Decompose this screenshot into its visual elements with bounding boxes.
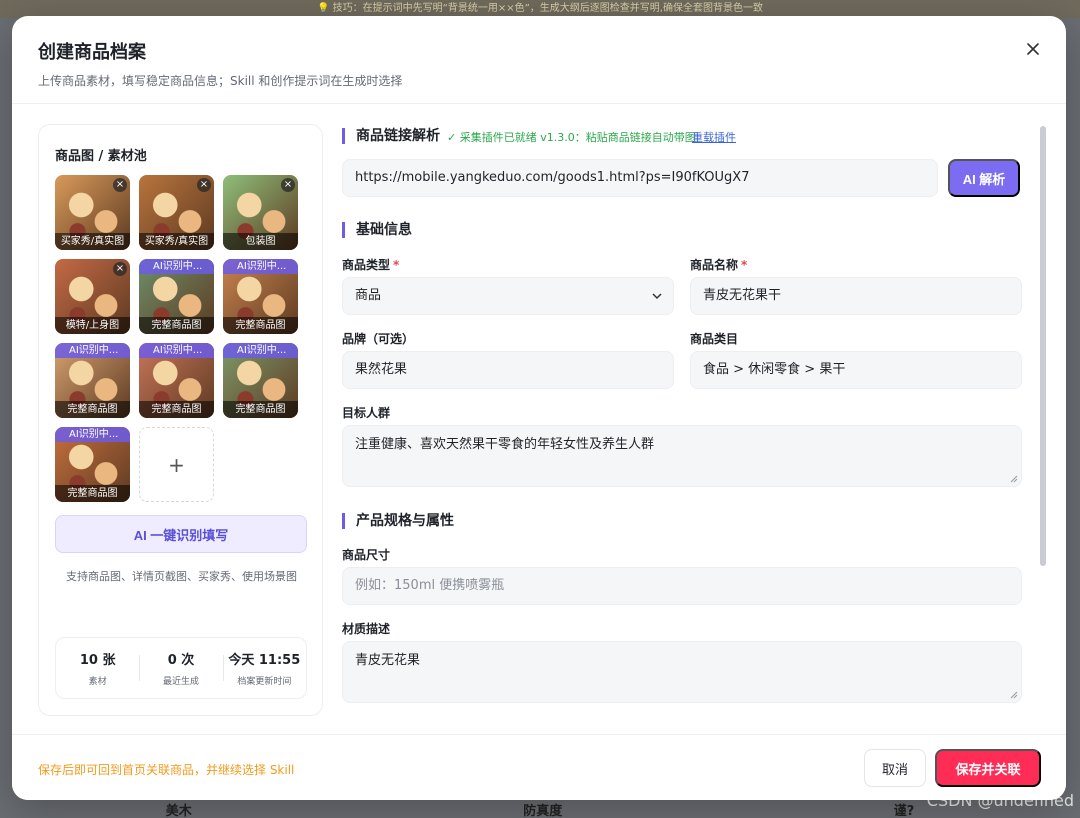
stat-assets: 10 张 素材	[56, 649, 139, 687]
product-form: 商品链接解析 ✓ 采集插件已就绪 v1.3.0：粘贴商品链接自动带图 重载插件 …	[342, 124, 1032, 724]
dialog-title: 创建商品档案	[38, 42, 146, 63]
cancel-button[interactable]: 取消	[864, 749, 926, 787]
save-and-link-button[interactable]: 保存并关联	[935, 749, 1041, 787]
category-input[interactable]: 食品 > 休闲零食 > 果干	[690, 351, 1022, 389]
asset-thumbnail[interactable]: × 买家秀/真实图	[55, 175, 130, 250]
asset-thumbnail[interactable]: AI识别中... 完整商品图	[139, 343, 214, 418]
product-type-select[interactable]: 商品	[342, 277, 674, 315]
target-audience-textarea[interactable]: 注重健康、喜欢天然果干零食的年轻女性及养生人群	[342, 425, 1022, 487]
basic-section-title: 基础信息	[342, 222, 412, 238]
asset-thumbnail[interactable]: AI识别中... 完整商品图	[223, 343, 298, 418]
asset-thumbnail[interactable]: × 模特/上身图	[55, 259, 130, 334]
close-button[interactable]	[1022, 38, 1044, 60]
stat-label: 素材	[88, 677, 107, 687]
label-text: 商品类型	[342, 258, 391, 272]
product-url-input[interactable]: https://mobile.yangkeduo.com/goods1.html…	[342, 159, 938, 197]
dialog-subtitle: 上传商品素材，填写稳定商品信息；Skill 和创作提示词在生成时选择	[38, 74, 403, 88]
asset-thumbnail[interactable]: AI识别中... 完整商品图	[55, 427, 130, 502]
asset-pool-panel: 商品图 / 素材池 × 买家秀/真实图 × 买家秀/真实图 × 包装图 × 模特/上身图 AI识…	[38, 124, 323, 716]
textarea-value: 注重健康、喜欢天然果干零食的年轻女性及养生人群	[355, 437, 655, 452]
asset-thumbnail[interactable]: AI识别中... 完整商品图	[55, 343, 130, 418]
background-bottom-bar: 美木 防真度 谨?	[0, 800, 1080, 818]
thumbnail-caption: 完整商品图	[139, 401, 214, 418]
product-name-label: 商品名称 *	[690, 256, 747, 273]
target-audience-label: 目标人群	[342, 406, 391, 420]
recognizing-badge: AI识别中...	[55, 343, 130, 358]
material-label: 材质描述	[342, 622, 391, 636]
select-value: 商品	[355, 288, 382, 303]
thumbnail-caption: 模特/上身图	[55, 317, 130, 334]
stat-value: 0 次	[167, 653, 195, 668]
stat-recent-generation: 0 次 最近生成	[139, 649, 222, 687]
recognizing-badge: AI识别中...	[139, 343, 214, 358]
textarea-value: 青皮无花果	[355, 653, 421, 668]
label-text: 商品名称	[690, 258, 739, 272]
recognizing-badge: AI识别中...	[55, 427, 130, 442]
thumbnail-caption: 完整商品图	[55, 485, 130, 502]
remove-icon[interactable]: ×	[113, 262, 127, 276]
thumbnail-caption: 完整商品图	[223, 317, 298, 334]
stat-updated-time: 今天 11:55 档案更新时间	[222, 649, 306, 687]
background-label: 防真度	[523, 804, 563, 818]
thumbnail-caption: 完整商品图	[139, 317, 214, 334]
chevron-down-icon	[652, 293, 662, 300]
thumbnail-caption: 完整商品图	[223, 401, 298, 418]
link-section-title: 商品链接解析	[342, 128, 440, 144]
dialog-header: 创建商品档案 上传商品素材，填写稳定商品信息；Skill 和创作提示词在生成时选…	[12, 16, 1066, 104]
footer-note: 保存后即可回到首页关联商品，并继续选择 Skill	[38, 763, 295, 777]
brand-label: 品牌（可选）	[342, 332, 415, 346]
material-textarea[interactable]: 青皮无花果	[342, 641, 1022, 703]
recognizing-badge: AI识别中...	[223, 259, 298, 274]
support-note: 支持商品图、详情页截图、买家秀、使用场景图	[66, 570, 297, 583]
product-size-input[interactable]: 例如：150ml 便携喷雾瓶	[342, 567, 1022, 605]
recognizing-badge: AI识别中...	[139, 259, 214, 274]
create-product-dialog: 创建商品档案 上传商品素材，填写稳定商品信息；Skill 和创作提示词在生成时选…	[12, 16, 1066, 800]
required-mark: *	[741, 258, 748, 272]
resize-grip-icon[interactable]	[1010, 475, 1018, 483]
plugin-status: ✓ 采集插件已就绪 v1.3.0：粘贴商品链接自动带图	[447, 131, 696, 144]
asset-thumbnail[interactable]: AI识别中... 完整商品图	[139, 259, 214, 334]
placeholder-text: 例如：150ml 便携喷雾瓶	[355, 578, 505, 593]
brand-input[interactable]: 果然花果	[342, 351, 674, 389]
thumbnail-caption: 包装图	[223, 233, 298, 250]
spec-section-title: 产品规格与属性	[342, 513, 454, 529]
asset-pool-title: 商品图 / 素材池	[55, 149, 147, 164]
ai-parse-button[interactable]: AI 解析	[948, 159, 1020, 197]
background-label: 谨?	[893, 804, 915, 818]
reload-plugin-link[interactable]: 重载插件	[692, 129, 736, 145]
remove-icon[interactable]: ×	[281, 178, 295, 192]
stats-bar: 10 张 素材 0 次 最近生成 今天 11:55 档案更新时间	[55, 637, 307, 699]
close-icon	[1027, 43, 1039, 55]
resize-grip-icon[interactable]	[1010, 691, 1018, 699]
required-mark: *	[393, 258, 400, 272]
form-scrollbar[interactable]	[1040, 126, 1046, 566]
asset-thumbnail[interactable]: AI识别中... 完整商品图	[223, 259, 298, 334]
thumbnail-caption: 买家秀/真实图	[55, 233, 130, 250]
category-label: 商品类目	[690, 332, 739, 346]
recognizing-badge: AI识别中...	[223, 343, 298, 358]
thumbnail-caption: 买家秀/真实图	[139, 233, 214, 250]
product-size-label: 商品尺寸	[342, 548, 391, 562]
thumbnail-grid: × 买家秀/真实图 × 买家秀/真实图 × 包装图 × 模特/上身图 AI识别中... 完整商品图…	[55, 175, 315, 502]
ai-fill-button[interactable]: AI 一键识别填写	[55, 515, 307, 553]
stat-value: 今天 11:55	[228, 653, 301, 668]
remove-icon[interactable]: ×	[197, 178, 211, 192]
asset-thumbnail[interactable]: × 买家秀/真实图	[139, 175, 214, 250]
product-type-label: 商品类型 *	[342, 256, 399, 273]
stat-value: 10 张	[79, 653, 116, 668]
remove-icon[interactable]: ×	[113, 178, 127, 192]
product-name-input[interactable]: 青皮无花果干	[690, 277, 1022, 315]
add-asset-button[interactable]: +	[139, 427, 214, 502]
background-label: 美木	[165, 804, 192, 818]
stat-label: 最近生成	[162, 677, 199, 687]
dialog-footer: 保存后即可回到首页关联商品，并继续选择 Skill 取消 保存并关联	[12, 734, 1066, 800]
thumbnail-caption: 完整商品图	[55, 401, 130, 418]
asset-thumbnail[interactable]: × 包装图	[223, 175, 298, 250]
stat-label: 档案更新时间	[237, 677, 292, 687]
